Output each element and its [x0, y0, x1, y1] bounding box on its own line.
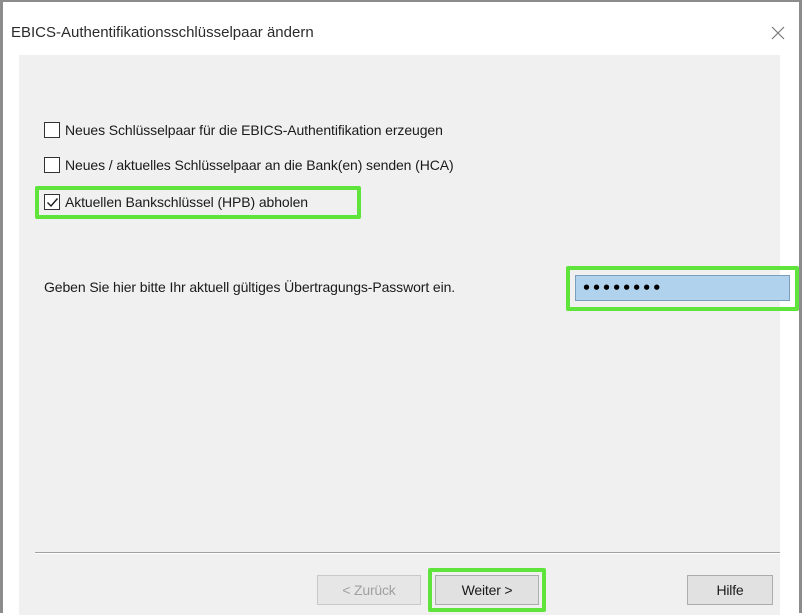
title-bar[interactable]: EBICS-Authentifikationsschlüsselpaar änd…: [3, 2, 799, 54]
option-fetch-bank-key-hpb-label: Aktuellen Bankschlüssel (HPB) abholen: [65, 194, 308, 210]
dialog-content: Neues Schlüsselpaar für die EBICS-Authen…: [19, 55, 799, 615]
next-button[interactable]: Weiter >: [435, 575, 539, 605]
option-fetch-bank-key-hpb[interactable]: Aktuellen Bankschlüssel (HPB) abholen: [44, 192, 308, 212]
option-generate-keypair[interactable]: Neues Schlüsselpaar für die EBICS-Authen…: [44, 120, 443, 140]
checkmark-icon: [47, 198, 59, 208]
password-input[interactable]: [575, 275, 790, 301]
option-send-keypair-hca-label: Neues / aktuelles Schlüsselpaar an die B…: [65, 157, 454, 173]
close-icon: [771, 26, 785, 40]
dialog-window: EBICS-Authentifikationsschlüsselpaar änd…: [0, 0, 802, 615]
close-button[interactable]: [765, 20, 791, 46]
option-send-keypair-hca[interactable]: Neues / aktuelles Schlüsselpaar an die B…: [44, 155, 454, 175]
option-generate-keypair-label: Neues Schlüsselpaar für die EBICS-Authen…: [65, 122, 443, 138]
back-button[interactable]: < Zurück: [317, 575, 421, 605]
button-separator: [35, 552, 780, 554]
window-title: EBICS-Authentifikationsschlüsselpaar änd…: [11, 24, 314, 41]
help-button[interactable]: Hilfe: [687, 575, 773, 605]
checkbox-generate-keypair[interactable]: [44, 122, 60, 138]
password-label: Geben Sie hier bitte Ihr aktuell gültige…: [44, 279, 456, 295]
checkbox-fetch-bank-key-hpb[interactable]: [44, 194, 60, 210]
checkbox-send-keypair-hca[interactable]: [44, 157, 60, 173]
